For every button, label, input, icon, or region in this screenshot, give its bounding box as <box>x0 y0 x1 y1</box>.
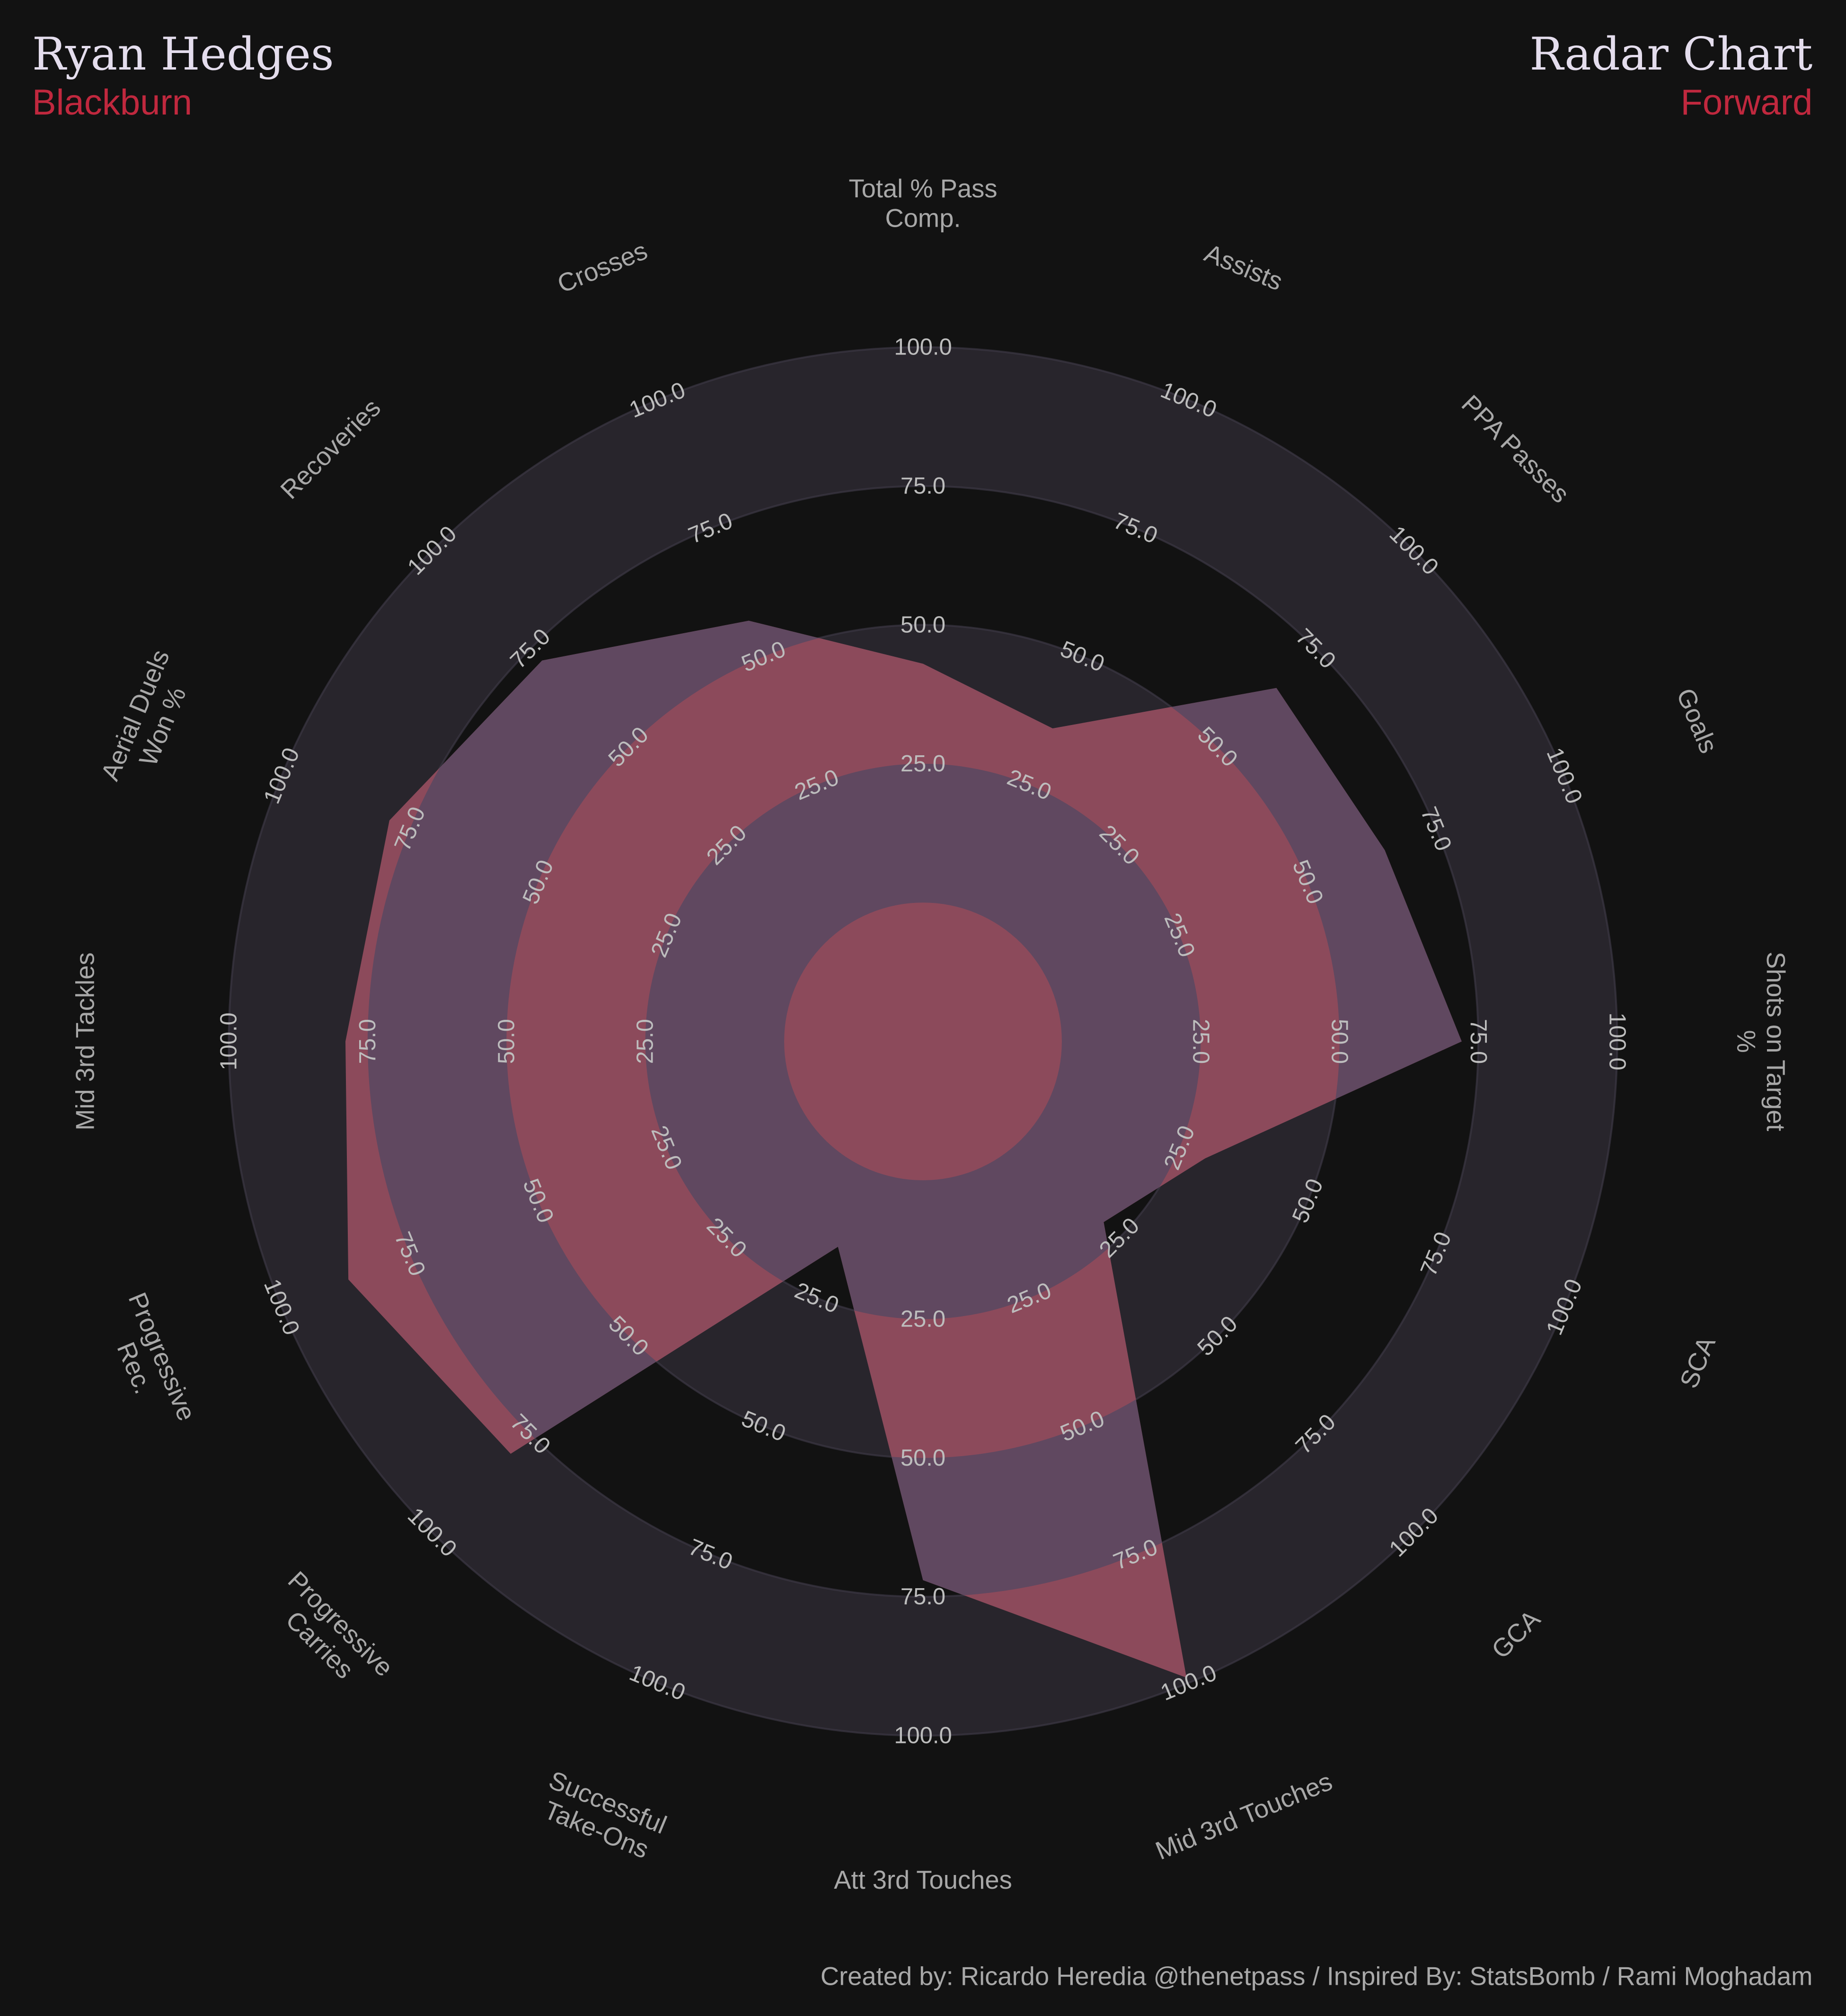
radar-chart: Ryan Hedges Blackburn Radar Chart Forwar… <box>0 0 1846 2016</box>
tick-label: 25.0 <box>901 1306 945 1332</box>
team-name: Blackburn <box>32 82 192 123</box>
tick-label: 50.0 <box>1327 1019 1352 1064</box>
tick-label: 50.0 <box>901 1445 945 1471</box>
tick-label: 50.0 <box>901 612 945 637</box>
polygon-band <box>784 902 1062 1181</box>
tick-label: 100.0 <box>894 335 952 360</box>
param-label: Mid 3rd Tackles <box>71 952 99 1130</box>
tick-label: 100.0 <box>1604 1012 1630 1070</box>
tick-label: 25.0 <box>633 1019 658 1064</box>
tick-label: 75.0 <box>901 1584 945 1609</box>
position-label: Forward <box>1680 82 1812 123</box>
tick-label: 25.0 <box>1188 1019 1213 1064</box>
tick-label: 100.0 <box>216 1012 242 1070</box>
tick-label: 75.0 <box>1466 1019 1491 1064</box>
tick-label: 75.0 <box>901 473 945 499</box>
tick-label: 75.0 <box>355 1019 380 1064</box>
chart-title: Radar Chart <box>1529 28 1812 80</box>
tick-label: 50.0 <box>494 1019 519 1064</box>
param-label: Att 3rd Touches <box>834 1866 1012 1894</box>
tick-label: 100.0 <box>894 1723 952 1749</box>
player-name: Ryan Hedges <box>32 28 334 80</box>
credits-footer: Created by: Ricardo Heredia @thenetpass … <box>821 1962 1812 1991</box>
tick-label: 25.0 <box>901 751 945 777</box>
